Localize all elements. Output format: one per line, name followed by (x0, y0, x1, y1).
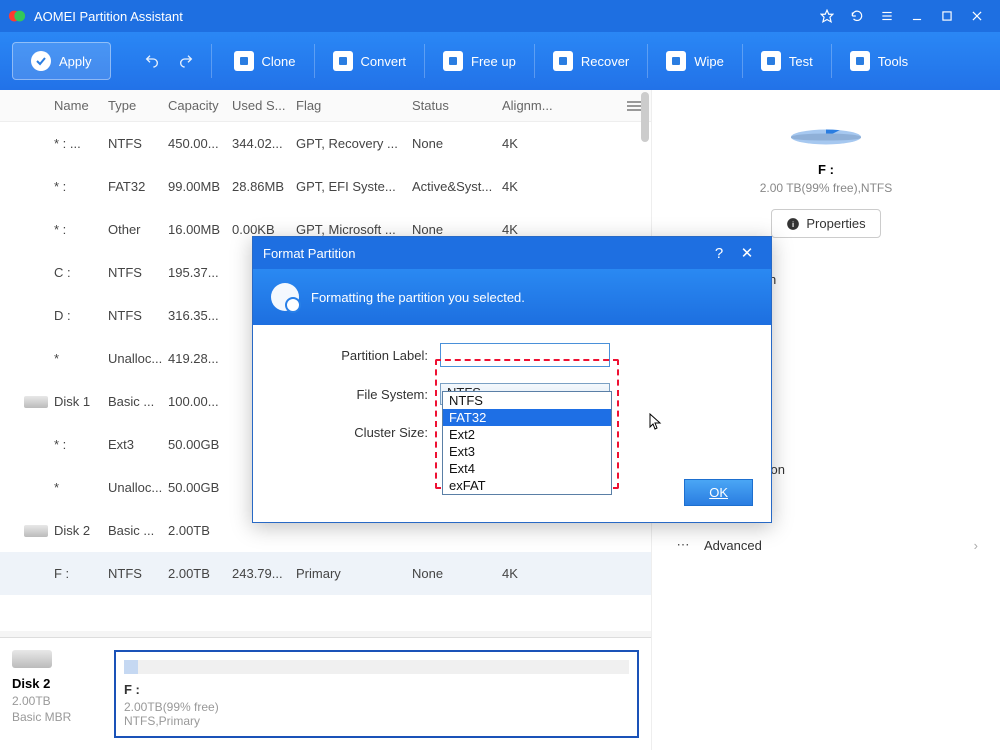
clone-icon (234, 51, 254, 71)
toolbar: Apply Clone Convert Free up Recover Wipe Test… (0, 32, 1000, 90)
partition-info1: 2.00TB(99% free) (124, 700, 629, 714)
disk-icon (12, 650, 52, 668)
label-cluster-size: Cluster Size: (275, 425, 440, 440)
menu-icon[interactable] (872, 0, 902, 32)
col-name[interactable]: Name (50, 96, 104, 115)
operation-item[interactable]: ⋯ Advanced › (666, 526, 986, 564)
dialog-help-button[interactable]: ? (705, 245, 733, 262)
op-icon: ⋯ (674, 536, 692, 554)
tool-clone[interactable]: Clone (222, 43, 308, 79)
properties-button[interactable]: i Properties (771, 209, 880, 238)
label-partition-label: Partition Label: (275, 348, 440, 363)
partition-label-input[interactable] (440, 343, 610, 367)
tool-test[interactable]: Test (749, 43, 825, 79)
col-flag[interactable]: Flag (292, 96, 408, 115)
dropdown-option[interactable]: exFAT (443, 477, 611, 494)
apply-label: Apply (59, 54, 92, 69)
app-title: AOMEI Partition Assistant (34, 9, 812, 24)
scrollbar-thumb[interactable] (641, 92, 649, 142)
tool-label: Convert (361, 54, 407, 69)
apply-button[interactable]: Apply (12, 42, 111, 80)
tool-label: Clone (262, 54, 296, 69)
tool-label: Test (789, 54, 813, 69)
disk-size: 2.00TB (12, 694, 102, 708)
refresh-icon[interactable] (842, 0, 872, 32)
app-logo-icon (8, 7, 26, 25)
partition-block[interactable]: F : 2.00TB(99% free) NTFS,Primary (114, 650, 639, 738)
side-title: F : (666, 162, 986, 177)
dropdown-option[interactable]: FAT32 (443, 409, 611, 426)
titlebar: AOMEI Partition Assistant (0, 0, 1000, 32)
table-row[interactable]: * : ...NTFS450.00...344.02...GPT, Recove… (0, 122, 651, 165)
tool-label: Tools (878, 54, 908, 69)
table-row[interactable]: F :NTFS2.00TB243.79...PrimaryNone4K (0, 552, 651, 595)
chevron-right-icon: › (974, 538, 978, 553)
partition-name: F : (124, 682, 629, 697)
dropdown-option[interactable]: NTFS (443, 392, 611, 409)
dialog-subtitle: Formatting the partition you selected. (311, 290, 525, 305)
pie-format-icon (271, 283, 299, 311)
tool-convert[interactable]: Convert (321, 43, 419, 79)
table-row[interactable]: * :FAT3299.00MB28.86MBGPT, EFI Syste...A… (0, 165, 651, 208)
side-subtitle: 2.00 TB(99% free),NTFS (666, 181, 986, 195)
format-partition-dialog: Format Partition ? ✕ Formatting the part… (252, 236, 772, 523)
disk-name: Disk 2 (12, 676, 102, 691)
dropdown-option[interactable]: Ext3 (443, 443, 611, 460)
label-file-system: File System: (275, 387, 440, 402)
test-icon (761, 51, 781, 71)
maximize-button[interactable] (932, 0, 962, 32)
table-header: Name Type Capacity Used S... Flag Status… (0, 90, 651, 122)
dropdown-option[interactable]: Ext4 (443, 460, 611, 477)
convert-icon (333, 51, 353, 71)
disk-icon (24, 396, 48, 408)
minimize-button[interactable] (902, 0, 932, 32)
freeup-icon (443, 51, 463, 71)
col-align[interactable]: Alignm... (498, 96, 562, 115)
op-label: Advanced (704, 538, 762, 553)
dialog-titlebar[interactable]: Format Partition ? ✕ (253, 237, 771, 269)
wipe-icon (666, 51, 686, 71)
disk-map-panel: Disk 2 2.00TB Basic MBR F : 2.00TB(99% f… (0, 637, 651, 750)
close-button[interactable] (962, 0, 992, 32)
tool-label: Wipe (694, 54, 724, 69)
pie-chart-icon (791, 130, 861, 145)
disk-icon (24, 525, 48, 537)
dialog-close-button[interactable]: ✕ (733, 244, 761, 262)
dialog-title: Format Partition (263, 246, 355, 261)
svg-text:i: i (792, 219, 794, 228)
col-used[interactable]: Used S... (228, 96, 292, 115)
col-capacity[interactable]: Capacity (164, 96, 228, 115)
tools-icon (850, 51, 870, 71)
tool-wipe[interactable]: Wipe (654, 43, 736, 79)
tool-label: Recover (581, 54, 629, 69)
col-status[interactable]: Status (408, 96, 498, 115)
ok-button[interactable]: OK (684, 479, 753, 506)
properties-label: Properties (806, 216, 865, 231)
check-icon (31, 51, 51, 71)
tool-label: Free up (471, 54, 516, 69)
dropdown-option[interactable]: Ext2 (443, 426, 611, 443)
recover-icon (553, 51, 573, 71)
undo-button[interactable] (141, 50, 163, 72)
disk-mode: Basic MBR (12, 710, 102, 724)
partition-info2: NTFS,Primary (124, 714, 629, 728)
tool-tools[interactable]: Tools (838, 43, 920, 79)
file-system-dropdown: NTFSFAT32Ext2Ext3Ext4exFAT (442, 391, 612, 495)
dialog-subtitle-bar: Formatting the partition you selected. (253, 269, 771, 325)
redo-button[interactable] (175, 50, 197, 72)
col-type[interactable]: Type (104, 96, 164, 115)
tool-recover[interactable]: Recover (541, 43, 641, 79)
tool-freeup[interactable]: Free up (431, 43, 528, 79)
info-icon: i (786, 217, 800, 231)
favorite-icon[interactable] (812, 0, 842, 32)
